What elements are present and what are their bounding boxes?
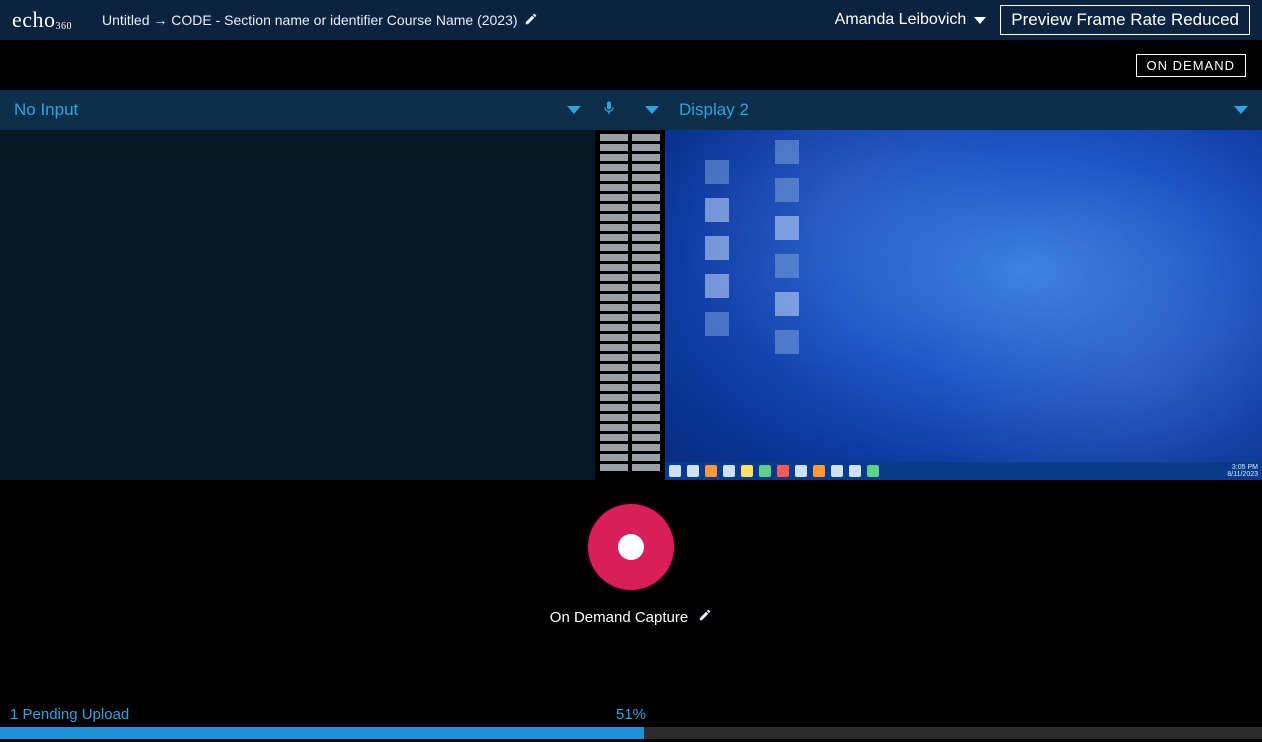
desktop-icons-col (705, 160, 729, 336)
sub-bar: ON DEMAND (0, 40, 1262, 90)
upload-progress (0, 727, 1262, 739)
desktop-icons-col (775, 140, 799, 354)
microphone-icon (601, 100, 617, 121)
clock-date: 8/11/2023 (1227, 471, 1258, 478)
breadcrumb[interactable]: Untitled → CODE - Section name or identi… (102, 12, 538, 29)
top-bar: echo360 Untitled → CODE - Section name o… (0, 0, 1262, 40)
capture-label: On Demand Capture (550, 609, 688, 626)
footer: 1 Pending Upload 51% (0, 700, 1262, 742)
preview-panels: No Input Display 2 (0, 90, 1262, 480)
upload-progress-bar (0, 727, 644, 739)
record-dot-icon (618, 534, 644, 560)
on-demand-badge: ON DEMAND (1136, 54, 1246, 77)
caret-down-icon (974, 17, 986, 24)
video-panel-left-header[interactable]: No Input (0, 90, 595, 130)
vu-meter (595, 130, 665, 480)
record-button[interactable] (588, 504, 674, 590)
chevron-down-icon[interactable] (567, 106, 581, 114)
logo-sub: 360 (56, 21, 73, 32)
user-name: Amanda Leibovich (835, 11, 967, 29)
breadcrumb-text: Untitled → CODE - Section name or identi… (102, 12, 518, 28)
user-menu[interactable]: Amanda Leibovich (835, 11, 987, 29)
upload-percent: 51% (616, 706, 646, 723)
logo-text: echo (12, 7, 56, 32)
app-logo: echo360 (12, 7, 72, 33)
pending-upload-text[interactable]: 1 Pending Upload (10, 706, 129, 723)
pencil-icon[interactable] (524, 12, 538, 29)
audio-panel-header[interactable] (595, 90, 665, 130)
chevron-down-icon[interactable] (1234, 106, 1248, 114)
taskbar-clock: 3:05 PM 8/11/2023 (1227, 464, 1258, 478)
pencil-icon[interactable] (698, 608, 712, 626)
clock-time: 3:05 PM (1227, 464, 1258, 471)
video-panel-right-header[interactable]: Display 2 (665, 90, 1262, 130)
video-left-label: No Input (14, 100, 78, 120)
video-left-body (0, 130, 595, 480)
taskbar: 3:05 PM 8/11/2023 (665, 462, 1262, 480)
framerate-notice: Preview Frame Rate Reduced (1000, 5, 1250, 35)
chevron-down-icon[interactable] (645, 106, 659, 114)
desktop-wallpaper: 3:05 PM 8/11/2023 (665, 130, 1262, 480)
controls-area: On Demand Capture (0, 480, 1262, 650)
video-panel-right: Display 2 3:05 PM 8/11/2023 (665, 90, 1262, 480)
capture-label-row: On Demand Capture (550, 608, 712, 626)
video-panel-left: No Input (0, 90, 595, 480)
display-preview: 3:05 PM 8/11/2023 (665, 130, 1262, 480)
audio-panel (595, 90, 665, 480)
video-right-label: Display 2 (679, 100, 749, 120)
